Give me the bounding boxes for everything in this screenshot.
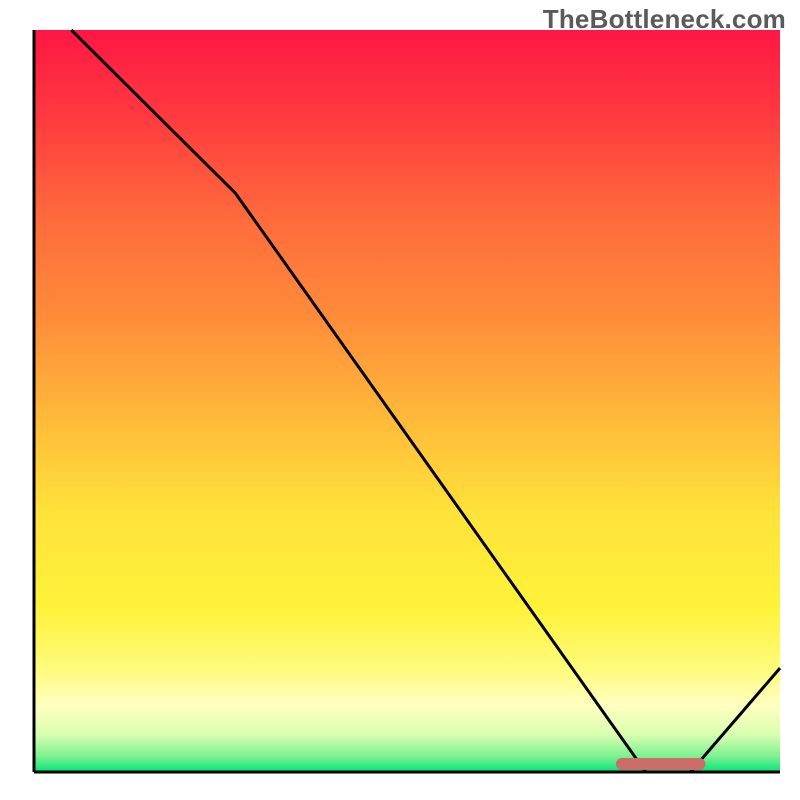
optimal-range-marker [616,758,706,770]
bottleneck-chart [0,0,800,800]
plot-background [34,30,780,772]
watermark-label: TheBottleneck.com [543,4,786,35]
chart-stage: TheBottleneck.com [0,0,800,800]
